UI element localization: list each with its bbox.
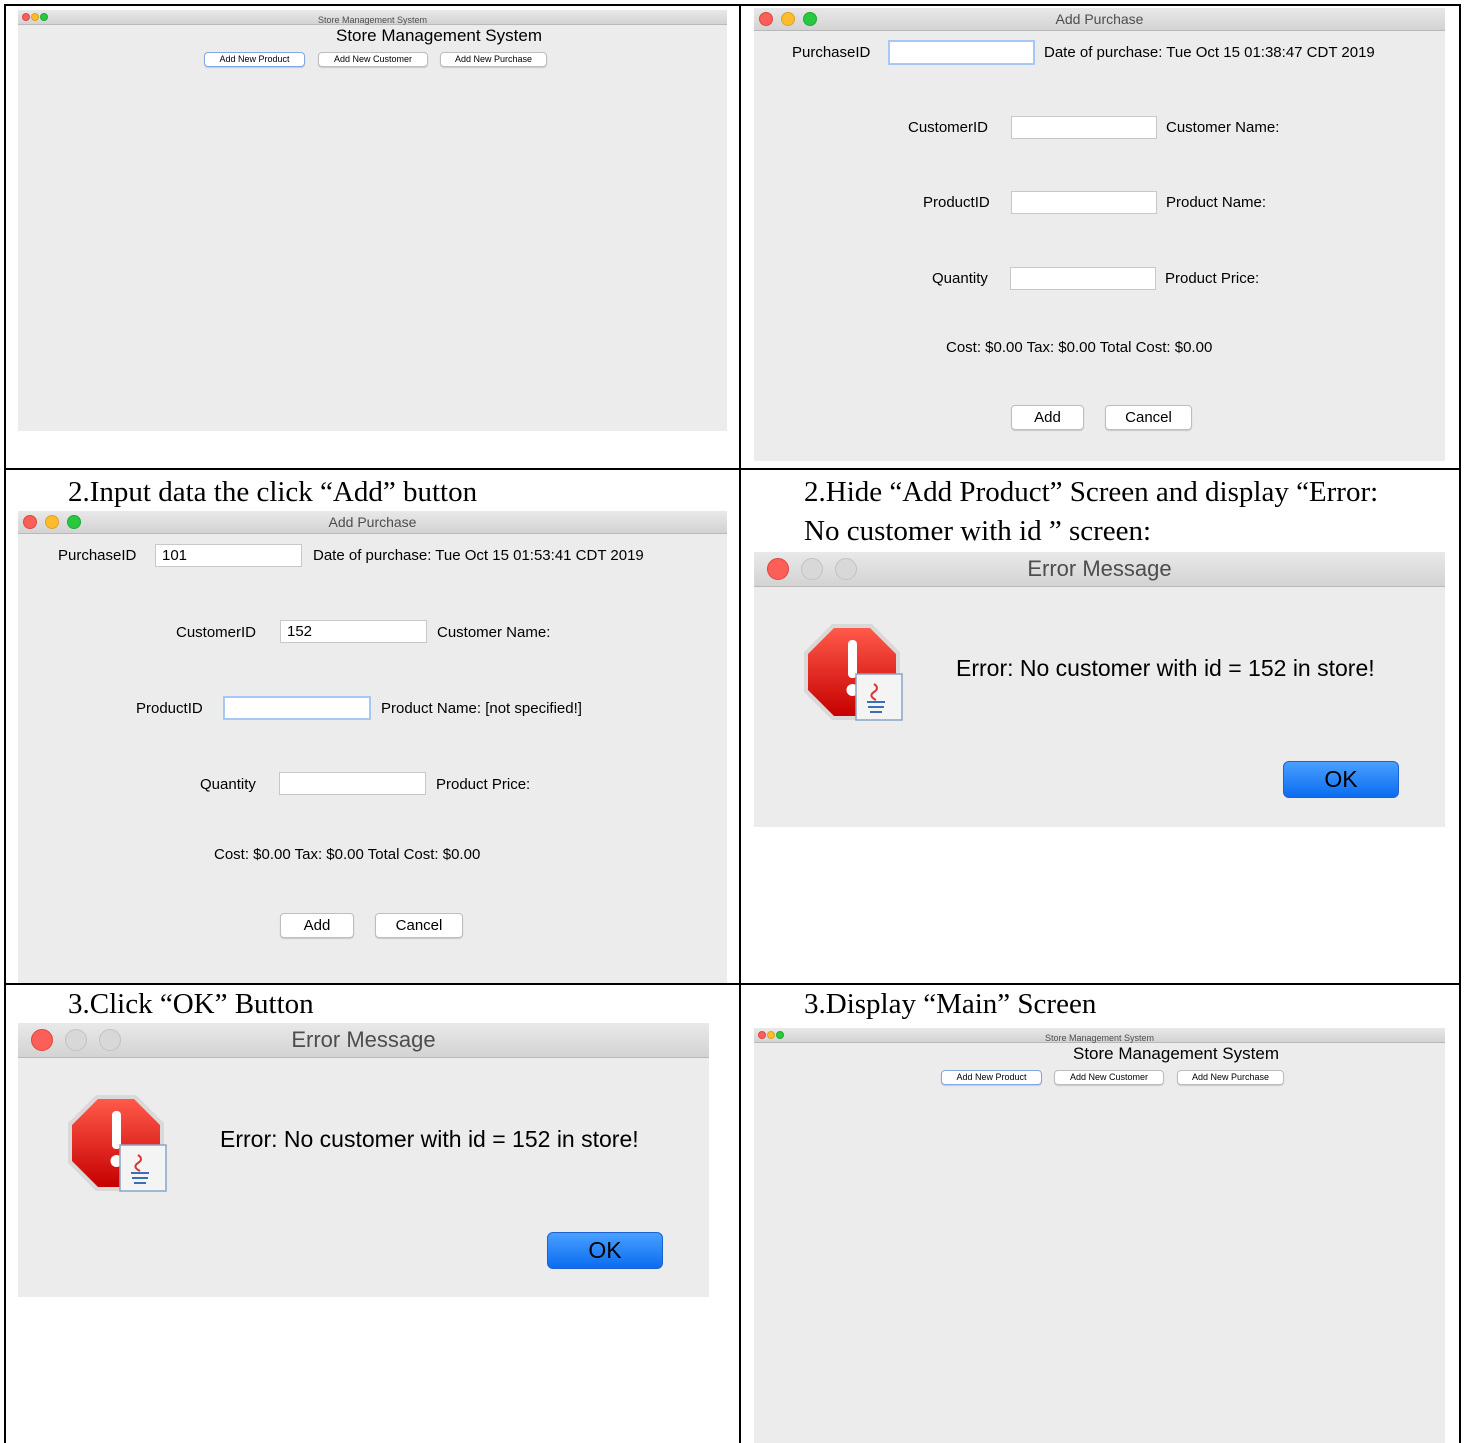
product-id-label: ProductID xyxy=(923,194,990,211)
window-titlebar: Error Message xyxy=(18,1023,709,1058)
zoom-button[interactable] xyxy=(776,1031,784,1039)
step-caption: 3.Display “Main” Screen xyxy=(804,988,1097,1020)
window-titlebar: Error Message xyxy=(754,552,1445,587)
minimize-button[interactable] xyxy=(31,13,39,21)
purchase-id-field[interactable] xyxy=(888,40,1035,65)
table-border-top xyxy=(4,4,1461,6)
zoom-button[interactable] xyxy=(67,515,81,529)
close-button[interactable] xyxy=(23,515,37,529)
zoom-button[interactable] xyxy=(99,1029,121,1051)
window-title: Error Message xyxy=(1027,556,1172,581)
add-new-customer-button[interactable]: Add New Customer xyxy=(318,52,428,67)
window-title: Store Management System xyxy=(317,15,428,25)
close-button[interactable] xyxy=(31,1029,53,1051)
add-new-customer-button[interactable]: Add New Customer xyxy=(1054,1070,1164,1085)
zoom-button[interactable] xyxy=(803,12,817,26)
minimize-button[interactable] xyxy=(781,12,795,26)
minimize-button[interactable] xyxy=(45,515,59,529)
step-caption: 3.Click “OK” Button xyxy=(68,988,314,1020)
product-name-label: Product Name: [not specified!] xyxy=(381,700,582,717)
cost-summary: Cost: $0.00 Tax: $0.00 Total Cost: $0.00 xyxy=(946,339,1213,356)
product-name-label: Product Name: xyxy=(1166,194,1267,211)
error-dialog: Error Message Error: No customer with id… xyxy=(18,1023,709,1297)
main-window: Store Management System Store Management… xyxy=(18,10,727,431)
add-purchase-window: Add Purchase PurchaseID 101 Date of purc… xyxy=(18,511,727,983)
customer-id-field[interactable] xyxy=(1011,116,1157,139)
product-price-label: Product Price: xyxy=(1165,270,1260,287)
ok-button[interactable]: OK xyxy=(1283,761,1399,798)
product-price-label: Product Price: xyxy=(436,776,531,793)
window-title: Error Message xyxy=(291,1027,436,1052)
customer-id-label: CustomerID xyxy=(908,119,989,136)
close-button[interactable] xyxy=(767,558,789,580)
window-titlebar: Store Management System xyxy=(18,10,727,25)
window-title: Store Management System xyxy=(1044,1033,1155,1043)
close-button[interactable] xyxy=(22,13,30,21)
step-caption-line1: 2.Hide “Add Product” Screen and display … xyxy=(804,476,1379,508)
add-new-purchase-button[interactable]: Add New Purchase xyxy=(440,52,547,67)
add-new-purchase-button[interactable]: Add New Purchase xyxy=(1177,1070,1284,1085)
add-new-product-button[interactable]: Add New Product xyxy=(204,52,305,67)
stop-warning-icon xyxy=(804,624,903,721)
add-button[interactable]: Add xyxy=(280,913,354,938)
cancel-button[interactable]: Cancel xyxy=(1105,405,1192,430)
table-border-right xyxy=(1459,4,1461,1443)
cancel-button[interactable]: Cancel xyxy=(375,913,463,938)
window-title: Add Purchase xyxy=(1055,11,1144,27)
customer-name-label: Customer Name: xyxy=(437,624,551,641)
quantity-field[interactable] xyxy=(279,772,426,795)
date-of-purchase-label: Date of purchase: Tue Oct 15 01:38:47 CD… xyxy=(1044,44,1375,61)
product-id-label: ProductID xyxy=(136,700,203,717)
purchase-id-label: PurchaseID xyxy=(58,547,137,564)
step-caption-line2: No customer with id ” screen: xyxy=(804,515,1152,547)
stop-warning-icon xyxy=(68,1095,167,1192)
add-purchase-window: Add Purchase PurchaseID Date of purchase… xyxy=(754,8,1445,461)
table-divider-vertical xyxy=(739,4,741,1443)
window-titlebar: Store Management System xyxy=(754,1028,1445,1043)
quantity-label: Quantity xyxy=(932,270,988,287)
zoom-button[interactable] xyxy=(40,13,48,21)
purchase-id-label: PurchaseID xyxy=(792,44,871,61)
minimize-button[interactable] xyxy=(767,1031,775,1039)
add-new-product-button[interactable]: Add New Product xyxy=(941,1070,1042,1085)
main-window: Store Management System Store Management… xyxy=(754,1028,1445,1443)
close-button[interactable] xyxy=(758,1031,766,1039)
window-title: Add Purchase xyxy=(328,514,417,530)
product-id-field[interactable] xyxy=(223,696,371,720)
date-of-purchase-label: Date of purchase: Tue Oct 15 01:53:41 CD… xyxy=(313,547,644,564)
main-heading: Store Management System xyxy=(1073,1044,1279,1063)
step-caption: 2.Input data the click “Add” button xyxy=(68,476,478,508)
window-titlebar: Add Purchase xyxy=(18,511,727,534)
main-heading: Store Management System xyxy=(336,26,542,45)
purchase-id-field[interactable]: 101 xyxy=(155,544,302,567)
customer-id-field[interactable]: 152 xyxy=(280,620,427,643)
error-dialog: Error Message Error: No customer with id… xyxy=(754,552,1445,827)
quantity-field[interactable] xyxy=(1010,267,1156,290)
cost-summary: Cost: $0.00 Tax: $0.00 Total Cost: $0.00 xyxy=(214,846,481,863)
table-divider-row1 xyxy=(4,468,1461,470)
minimize-button[interactable] xyxy=(801,558,823,580)
add-button[interactable]: Add xyxy=(1011,405,1084,430)
window-titlebar: Add Purchase xyxy=(754,8,1445,31)
product-id-field[interactable] xyxy=(1011,191,1157,214)
minimize-button[interactable] xyxy=(65,1029,87,1051)
zoom-button[interactable] xyxy=(835,558,857,580)
error-message-text: Error: No customer with id = 152 in stor… xyxy=(220,1126,639,1152)
ok-button[interactable]: OK xyxy=(547,1232,663,1269)
table-border-left xyxy=(4,4,6,1443)
error-message-text: Error: No customer with id = 152 in stor… xyxy=(956,655,1375,681)
close-button[interactable] xyxy=(759,12,773,26)
customer-name-label: Customer Name: xyxy=(1166,119,1280,136)
customer-id-label: CustomerID xyxy=(176,624,257,641)
quantity-label: Quantity xyxy=(200,776,256,793)
